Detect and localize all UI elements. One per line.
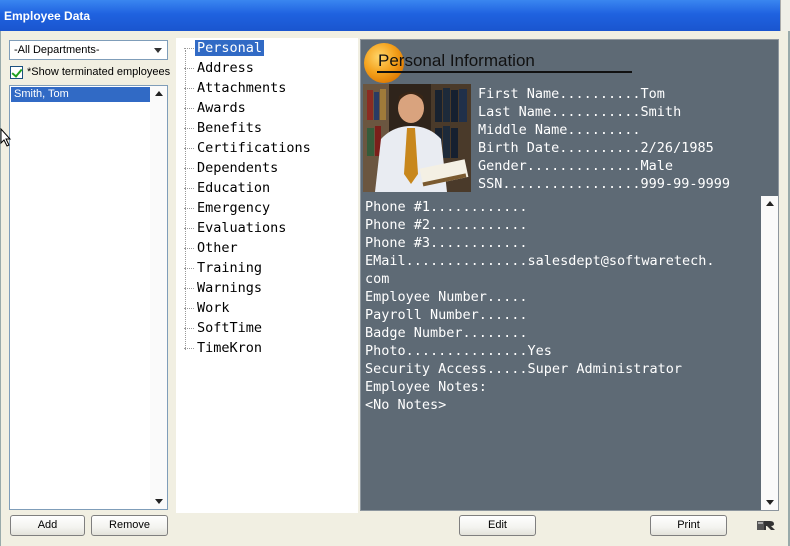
personal-field: Birth Date..........2/26/1985 — [478, 140, 714, 156]
detail-line: EMail...............salesdept@softwarete… — [365, 253, 715, 269]
personal-field: Middle Name......... — [478, 122, 641, 138]
app-logo-icon — [757, 521, 775, 530]
detail-line: com — [365, 271, 390, 287]
title-bar: Employee Data — [0, 0, 790, 31]
window-title: Employee Data — [4, 9, 91, 23]
employee-list-item[interactable]: Smith, Tom — [11, 87, 151, 102]
tree-branch-line — [184, 167, 194, 169]
scroll-up-icon[interactable] — [766, 201, 774, 206]
tree-item-certifications[interactable]: Certifications — [184, 140, 313, 158]
edit-button[interactable]: Edit — [459, 515, 536, 536]
show-terminated-label[interactable]: *Show terminated employees — [27, 66, 170, 78]
personal-field: SSN.................999-99-9999 — [478, 176, 730, 192]
tree-branch-line — [184, 147, 194, 149]
tree-item-address[interactable]: Address — [184, 60, 256, 78]
tree-branch-line — [184, 247, 194, 249]
tree-item-work[interactable]: Work — [184, 300, 232, 318]
header-underline — [377, 71, 632, 73]
tree-item-label[interactable]: Emergency — [195, 200, 272, 216]
tree-item-training[interactable]: Training — [184, 260, 264, 278]
tree-item-label[interactable]: Warnings — [195, 280, 264, 296]
tree-branch-line — [184, 327, 194, 329]
tree-item-label[interactable]: Dependents — [195, 160, 280, 176]
tree-item-benefits[interactable]: Benefits — [184, 120, 264, 138]
tree-item-label[interactable]: TimeKron — [195, 340, 264, 356]
tree-item-label[interactable]: Other — [195, 240, 240, 256]
tree-branch-line — [184, 227, 194, 229]
tree-branch-line — [184, 127, 194, 129]
tree-branch-line — [184, 87, 194, 89]
tree-item-evaluations[interactable]: Evaluations — [184, 220, 288, 238]
tree-branch-line — [184, 107, 194, 109]
detail-line: Phone #2............ — [365, 217, 528, 233]
tree-item-awards[interactable]: Awards — [184, 100, 248, 118]
tree-item-label[interactable]: Certifications — [195, 140, 313, 156]
personal-field: Last Name...........Smith — [478, 104, 682, 120]
tree-item-label[interactable]: Address — [195, 60, 256, 76]
detail-line: Payroll Number...... — [365, 307, 528, 323]
tree-item-dependents[interactable]: Dependents — [184, 160, 280, 178]
tree-item-timekron[interactable]: TimeKron — [184, 340, 264, 358]
tree-item-other[interactable]: Other — [184, 240, 240, 258]
tree-item-education[interactable]: Education — [184, 180, 272, 198]
personal-field: Gender..............Male — [478, 158, 674, 174]
scroll-up-icon[interactable] — [155, 91, 163, 96]
detail-line: Photo...............Yes — [365, 343, 552, 359]
detail-line: Badge Number........ — [365, 325, 528, 341]
mouse-cursor-icon — [0, 128, 12, 147]
tree-branch-line — [184, 287, 194, 289]
tree-branch-line — [184, 267, 194, 269]
detail-line: Phone #3............ — [365, 235, 528, 251]
tree-branch-line — [184, 187, 194, 189]
personal-info-header: Personal Information — [378, 51, 535, 70]
employee-photo — [363, 84, 471, 192]
remove-button[interactable]: Remove — [91, 515, 168, 536]
detail-line: Phone #1............ — [365, 199, 528, 215]
employee-list[interactable]: Smith, Tom — [9, 85, 168, 510]
detail-panel: Personal Information First Name.........… — [360, 39, 779, 511]
tree-item-attachments[interactable]: Attachments — [184, 80, 288, 98]
chevron-down-icon[interactable] — [154, 48, 162, 53]
tree-branch-line — [184, 347, 194, 349]
tree-item-softtime[interactable]: SoftTime — [184, 320, 264, 338]
tree-item-emergency[interactable]: Emergency — [184, 200, 272, 218]
tree-item-label[interactable]: Attachments — [195, 80, 288, 96]
window-edge — [780, 0, 790, 31]
print-button[interactable]: Print — [650, 515, 727, 536]
tree-item-label[interactable]: Training — [195, 260, 264, 276]
tree-item-label[interactable]: Evaluations — [195, 220, 288, 236]
detail-line: Employee Notes: — [365, 379, 487, 395]
department-select-value: -All Departments- — [14, 44, 100, 56]
scroll-down-icon[interactable] — [155, 499, 163, 504]
tree-item-label[interactable]: Awards — [195, 100, 248, 116]
employee-list-scrollbar[interactable] — [150, 86, 167, 509]
detail-line: Security Access.....Super Administrator — [365, 361, 682, 377]
tree-branch-line — [184, 307, 194, 309]
department-dropdown[interactable]: -All Departments- — [9, 40, 168, 60]
tree-item-label[interactable]: Benefits — [195, 120, 264, 136]
detail-line: <No Notes> — [365, 397, 447, 413]
show-terminated-row[interactable]: *Show terminated employees — [10, 65, 170, 79]
add-button[interactable]: Add — [10, 515, 85, 536]
tree-branch-line — [184, 207, 194, 209]
tree-item-label[interactable]: SoftTime — [195, 320, 264, 336]
tree-item-label[interactable]: Work — [195, 300, 232, 316]
scroll-down-icon[interactable] — [766, 500, 774, 505]
tree-item-label[interactable]: Education — [195, 180, 272, 196]
show-terminated-checkbox[interactable] — [10, 65, 23, 79]
details-text-area[interactable]: Phone #1............ Phone #2............… — [362, 196, 762, 510]
tree-item-label[interactable]: Personal — [195, 40, 265, 56]
tree-item-warnings[interactable]: Warnings — [184, 280, 264, 298]
tree-item-personal[interactable]: Personal — [184, 40, 265, 58]
details-scrollbar[interactable] — [761, 196, 778, 510]
section-tree: Personal Address Attachments Awards Benefits… — [176, 38, 358, 513]
personal-field: First Name..........Tom — [478, 86, 665, 102]
tree-branch-line — [184, 47, 194, 49]
tree-branch-line — [184, 67, 194, 69]
detail-line: Employee Number..... — [365, 289, 528, 305]
